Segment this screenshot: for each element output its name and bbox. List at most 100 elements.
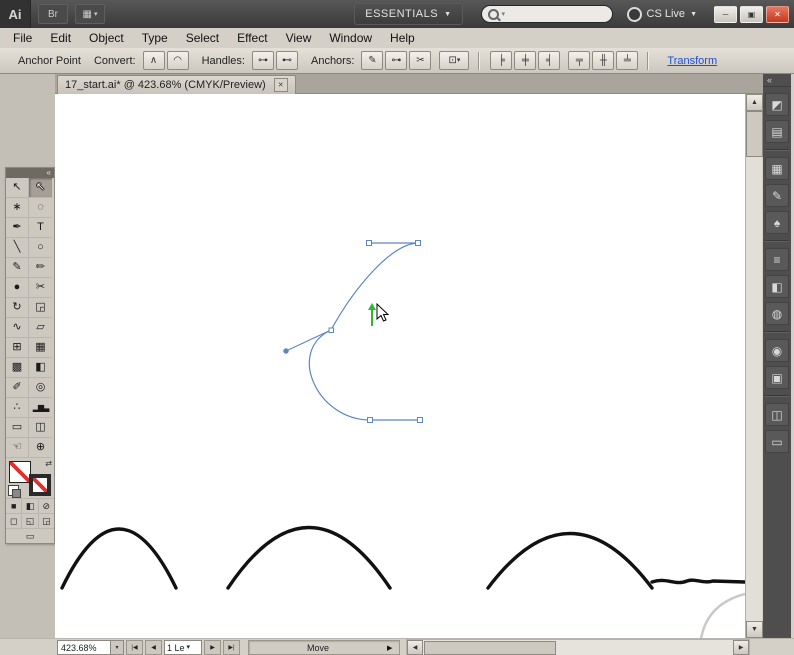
perspective-grid-tool[interactable]: ▦: [29, 338, 52, 358]
menu-type[interactable]: Type: [133, 29, 177, 47]
line-segment-tool[interactable]: ╲: [6, 238, 29, 258]
type-tool[interactable]: T: [29, 218, 52, 238]
direct-selection-tool[interactable]: ↖: [29, 178, 52, 198]
status-expand-icon[interactable]: ▶: [387, 644, 399, 652]
convert-to-corner-button[interactable]: ∧: [143, 51, 165, 70]
zoom-dropdown-icon[interactable]: ▾: [111, 640, 124, 655]
menu-select[interactable]: Select: [177, 29, 228, 47]
restore-button[interactable]: ▣: [740, 6, 763, 23]
next-artboard-button[interactable]: ▶: [204, 640, 221, 655]
status-field[interactable]: Move ▶: [248, 640, 400, 655]
pencil-tool[interactable]: ✏: [29, 258, 52, 278]
slice-tool[interactable]: ◫: [29, 418, 52, 438]
vertical-scroll-thumb[interactable]: [746, 111, 763, 157]
align-h-center-button[interactable]: ╪: [514, 51, 536, 70]
zoom-field[interactable]: 423.68%: [57, 640, 111, 655]
blend-tool[interactable]: ◎: [29, 378, 52, 398]
previous-artboard-button[interactable]: ◀: [145, 640, 162, 655]
brushes-panel-icon[interactable]: ✎: [765, 184, 789, 207]
align-v-middle-button[interactable]: ╫: [592, 51, 614, 70]
hide-handles-button[interactable]: ⊷: [276, 51, 298, 70]
mesh-tool[interactable]: ▩: [6, 358, 29, 378]
align-bottom-button[interactable]: ╧: [616, 51, 638, 70]
canvas[interactable]: [55, 94, 745, 638]
scissors-tool[interactable]: ✂: [29, 278, 52, 298]
search-box[interactable]: ▾: [481, 5, 613, 23]
scroll-up-icon[interactable]: ▲: [746, 94, 763, 111]
menu-edit[interactable]: Edit: [41, 29, 80, 47]
scroll-left-icon[interactable]: ◀: [407, 640, 423, 655]
none-button[interactable]: ⊘: [39, 499, 54, 513]
stroke-color-swatch[interactable]: [29, 474, 51, 496]
menu-view[interactable]: View: [277, 29, 321, 47]
color-button[interactable]: ■: [6, 499, 22, 513]
symbol-sprayer-tool[interactable]: ∴: [6, 398, 29, 418]
horizontal-scroll-thumb[interactable]: [424, 641, 556, 655]
menu-window[interactable]: Window: [320, 29, 381, 47]
last-artboard-button[interactable]: ▶|: [223, 640, 240, 655]
gradient-panel-icon[interactable]: ◧: [765, 275, 789, 298]
minimize-button[interactable]: ─: [714, 6, 737, 23]
screen-mode-button[interactable]: ▭: [6, 529, 54, 543]
draw-behind-button[interactable]: ◱: [22, 514, 38, 528]
convert-to-smooth-button[interactable]: ◠: [167, 51, 189, 70]
artboard-tool[interactable]: ▭: [6, 418, 29, 438]
artboards-panel-icon[interactable]: ▭: [765, 430, 789, 453]
selected-bezier-path[interactable]: [286, 243, 420, 420]
scroll-down-icon[interactable]: ▼: [746, 621, 763, 638]
pen-tool[interactable]: ✒: [6, 218, 29, 238]
launch-bridge-button[interactable]: Br: [38, 4, 68, 24]
stroke-panel-icon[interactable]: ≡: [765, 248, 789, 271]
transform-link[interactable]: Transform: [667, 55, 717, 67]
panel-dock-collapse-icon[interactable]: «: [763, 74, 791, 87]
scale-tool[interactable]: ◲: [29, 298, 52, 318]
close-tab-icon[interactable]: ✕: [274, 78, 288, 92]
close-button[interactable]: ✕: [766, 6, 789, 23]
search-input[interactable]: [508, 8, 605, 21]
artboard-navigation-field[interactable]: 1 Le ▾: [164, 640, 202, 655]
cut-path-button[interactable]: ✂: [409, 51, 431, 70]
fill-color-swatch[interactable]: [9, 461, 31, 483]
vertical-scrollbar[interactable]: ▲ ▼: [745, 94, 762, 638]
align-top-button[interactable]: ╤: [568, 51, 590, 70]
remove-anchor-button[interactable]: ✎: [361, 51, 383, 70]
blob-brush-tool[interactable]: ●: [6, 278, 29, 298]
column-graph-tool[interactable]: ▂▆▃: [29, 398, 52, 418]
ellipse-tool[interactable]: ○: [29, 238, 52, 258]
eyedropper-tool[interactable]: ✐: [6, 378, 29, 398]
draw-normal-button[interactable]: ◻: [6, 514, 22, 528]
horizontal-scroll-track[interactable]: [423, 641, 733, 654]
magic-wand-tool[interactable]: ∗: [6, 198, 29, 218]
default-fill-stroke-icon[interactable]: [8, 485, 19, 496]
menu-effect[interactable]: Effect: [228, 29, 276, 47]
graphic-styles-panel-icon[interactable]: ▣: [765, 366, 789, 389]
color-guide-panel-icon[interactable]: ▤: [765, 120, 789, 143]
connect-endpoints-button[interactable]: ⊶: [385, 51, 407, 70]
rotate-tool[interactable]: ↻: [6, 298, 29, 318]
tools-panel-collapse-icon[interactable]: «: [6, 168, 54, 178]
paintbrush-tool[interactable]: ✎: [6, 258, 29, 278]
scroll-right-icon[interactable]: ▶: [733, 640, 749, 655]
selection-tool[interactable]: ↖: [6, 178, 29, 198]
arrange-documents-button[interactable]: ▦ ▾: [75, 4, 105, 24]
swap-fill-stroke-icon[interactable]: ⇄: [45, 459, 52, 468]
align-left-button[interactable]: ╞: [490, 51, 512, 70]
document-tab[interactable]: 17_start.ai* @ 423.68% (CMYK/Preview) ✕: [57, 75, 296, 94]
color-panel-icon[interactable]: ◩: [765, 93, 789, 116]
width-tool[interactable]: ∿: [6, 318, 29, 338]
anchor-points[interactable]: [284, 241, 423, 423]
menu-object[interactable]: Object: [80, 29, 133, 47]
menu-help[interactable]: Help: [381, 29, 424, 47]
horizontal-scrollbar[interactable]: ◀ ▶: [406, 639, 750, 655]
hand-tool[interactable]: ☜: [6, 438, 29, 458]
zoom-tool[interactable]: ⊕: [29, 438, 52, 458]
shape-builder-tool[interactable]: ⊞: [6, 338, 29, 358]
transparency-panel-icon[interactable]: ◍: [765, 302, 789, 325]
draw-inside-button[interactable]: ◲: [39, 514, 54, 528]
show-handles-button[interactable]: ⊶: [252, 51, 274, 70]
menu-file[interactable]: File: [4, 29, 41, 47]
cloud-outline-path[interactable]: [62, 528, 745, 589]
anchor-options-button[interactable]: ⊡ ▾: [439, 51, 469, 70]
layers-panel-icon[interactable]: ◫: [765, 403, 789, 426]
lasso-tool[interactable]: ◌: [29, 198, 52, 218]
